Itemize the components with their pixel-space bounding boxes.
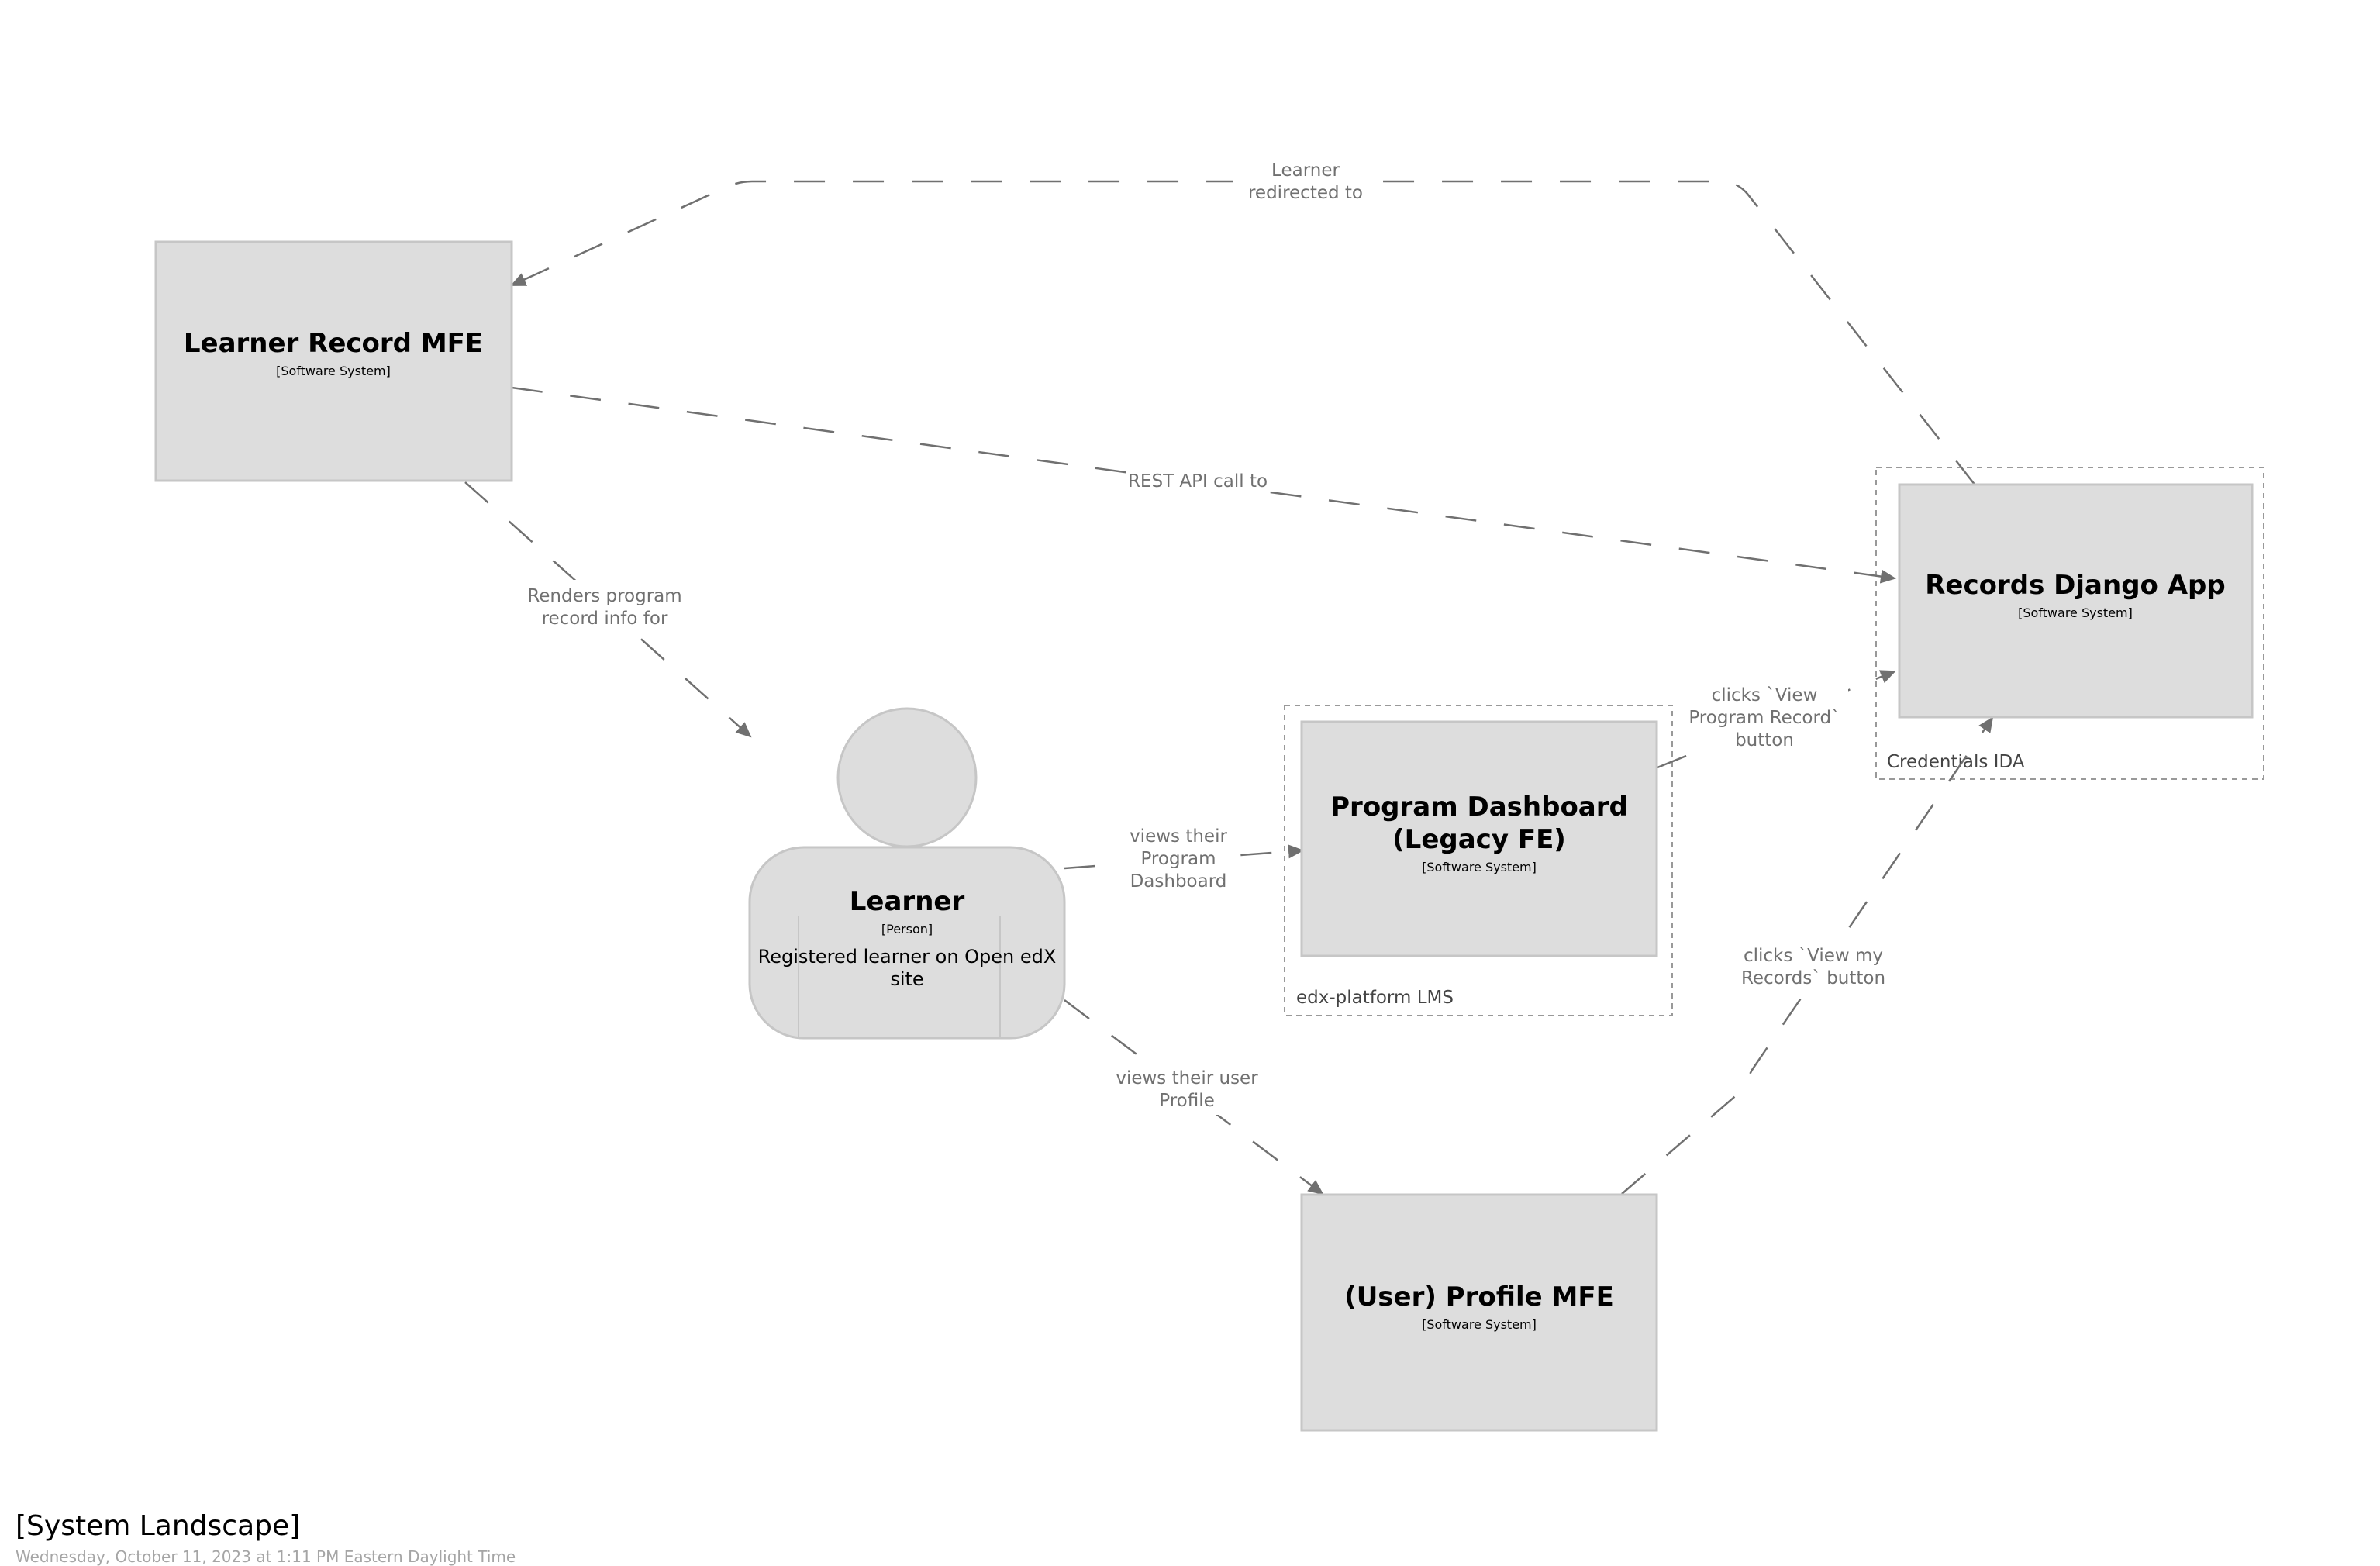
edge-label-line: button bbox=[1735, 730, 1794, 750]
node-box bbox=[1300, 1193, 1658, 1432]
node-type: [Person] bbox=[881, 922, 933, 936]
edge-label-line: Records` button bbox=[1741, 968, 1885, 988]
node-type: [Software System] bbox=[2018, 605, 2133, 620]
node-title: Program Dashboard bbox=[1330, 792, 1628, 823]
edge-label-rest-api: REST API call to bbox=[1127, 466, 1268, 494]
node-type: [Software System] bbox=[276, 364, 391, 378]
edge-label-line: Renders program bbox=[527, 586, 681, 606]
edge-label-line: record info for bbox=[542, 609, 668, 629]
diagram-timestamp: Wednesday, October 11, 2023 at 1:11 PM E… bbox=[16, 1547, 516, 1566]
node-type: [Software System] bbox=[1422, 860, 1537, 874]
edge-label-views-profile: views their user Profile bbox=[1101, 1064, 1273, 1115]
node-program-dashboard[interactable]: Program Dashboard (Legacy FE) [Software … bbox=[1300, 720, 1658, 957]
edge-label-line: views their bbox=[1130, 826, 1227, 847]
node-title: (Legacy FE) bbox=[1392, 824, 1566, 855]
edge-label-line: redirected to bbox=[1248, 183, 1363, 203]
edge-label-line: clicks `View my bbox=[1744, 946, 1883, 966]
node-title: (User) Profile MFE bbox=[1344, 1281, 1614, 1312]
node-learner-person[interactable]: Learner [Person] Registered learner on O… bbox=[748, 707, 1066, 1040]
edge-label-line: Profile bbox=[1159, 1091, 1215, 1111]
node-type: [Software System] bbox=[1422, 1317, 1537, 1332]
edge-label-redirected: Learner redirected to bbox=[1233, 155, 1380, 206]
person-body bbox=[748, 846, 1066, 1040]
edge-label-line: clicks `View bbox=[1712, 685, 1818, 705]
node-records-django-app[interactable]: Records Django App [Software System] bbox=[1898, 483, 2254, 719]
node-box bbox=[154, 240, 513, 482]
edge-label-line: Program Record` bbox=[1688, 708, 1840, 728]
edge-label-line: Learner bbox=[1271, 160, 1340, 181]
system-landscape-diagram: Credentials IDA edx-platform LMS Learner… bbox=[154, 155, 2264, 1432]
person-head bbox=[836, 707, 978, 848]
node-title: Learner Record MFE bbox=[184, 328, 483, 359]
edge-label-line: REST API call to bbox=[1128, 471, 1268, 492]
node-title: Learner bbox=[850, 886, 965, 917]
edge-label-view-program-record: clicks `View Program Record` button bbox=[1679, 681, 1848, 755]
edge-label-view-my-records: clicks `View my Records` button bbox=[1721, 940, 1906, 991]
node-profile-mfe[interactable]: (User) Profile MFE [Software System] bbox=[1300, 1193, 1658, 1432]
edge-label-line: Program bbox=[1140, 849, 1216, 869]
edge-label-views-dashboard: views their Program Dashboard bbox=[1116, 822, 1240, 896]
boundary-credentials-label: Credentials IDA bbox=[1887, 752, 2025, 772]
node-description: Registered learner on Open edX bbox=[758, 946, 1057, 968]
boundary-lms-label: edx-platform LMS bbox=[1296, 988, 1454, 1008]
edge-label-line: views their user bbox=[1116, 1068, 1258, 1088]
node-learner-record-mfe[interactable]: Learner Record MFE [Software System] bbox=[154, 240, 513, 482]
edge-learner-redirected-to[interactable] bbox=[510, 180, 1976, 486]
edge-label-renders: Renders program record info for bbox=[519, 580, 690, 631]
node-description: site bbox=[890, 968, 923, 990]
diagram-title: [System Landscape] bbox=[16, 1510, 301, 1542]
node-box bbox=[1898, 483, 2254, 719]
node-title: Records Django App bbox=[1925, 570, 2225, 601]
edge-label-line: Dashboard bbox=[1130, 871, 1227, 892]
